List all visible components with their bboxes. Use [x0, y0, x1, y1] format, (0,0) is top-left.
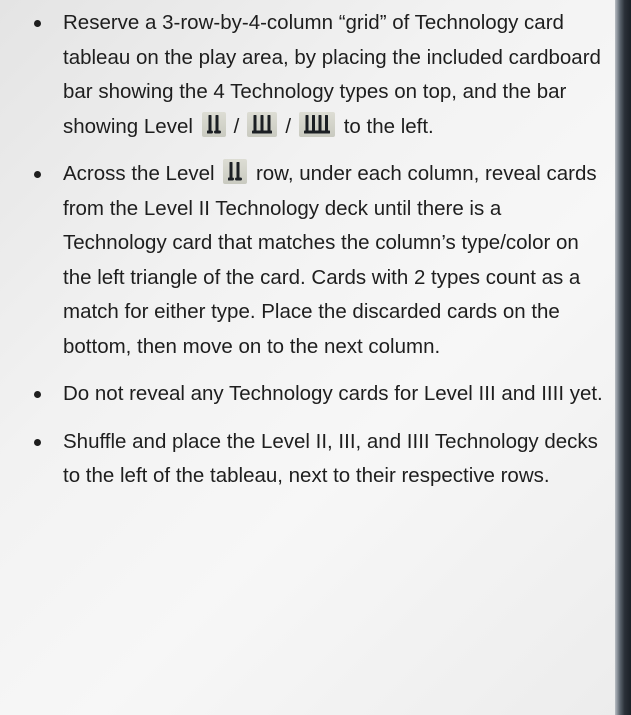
bullet-text: row, under each column, reveal cards fro…	[63, 162, 597, 358]
page-edge-shadow	[615, 0, 631, 715]
level-iii-icon	[247, 111, 278, 137]
bullet-item-reveal-cards: Across the Level row, under each column,…	[34, 157, 609, 364]
bullet-item-reserve-grid: Reserve a 3-row-by-4-column “grid” of Te…	[34, 6, 609, 144]
setup-instructions: Reserve a 3-row-by-4-column “grid” of Te…	[34, 6, 609, 507]
bullet-text: Across the Level	[63, 162, 221, 185]
bullet-text: to the left.	[338, 114, 434, 138]
slash-separator: /	[285, 114, 292, 138]
bullet-item-shuffle-decks: Shuffle and place the Level II, III, and…	[34, 425, 609, 494]
bullet-text: Shuffle and place the Level II, III, and…	[63, 429, 598, 488]
bullet-icon	[34, 438, 41, 446]
level-ii-icon	[223, 159, 248, 184]
bullet-list: Reserve a 3-row-by-4-column “grid” of Te…	[34, 6, 609, 494]
bullet-icon	[34, 20, 41, 27]
level-iiii-icon	[299, 111, 336, 137]
bullet-item-do-not-reveal: Do not reveal any Technology cards for L…	[34, 377, 609, 412]
bullet-icon	[34, 391, 41, 398]
bullet-text: Do not reveal any Technology cards for L…	[63, 382, 603, 405]
slash-separator: /	[233, 114, 240, 138]
level-ii-icon	[201, 111, 226, 137]
bullet-icon	[34, 171, 41, 178]
